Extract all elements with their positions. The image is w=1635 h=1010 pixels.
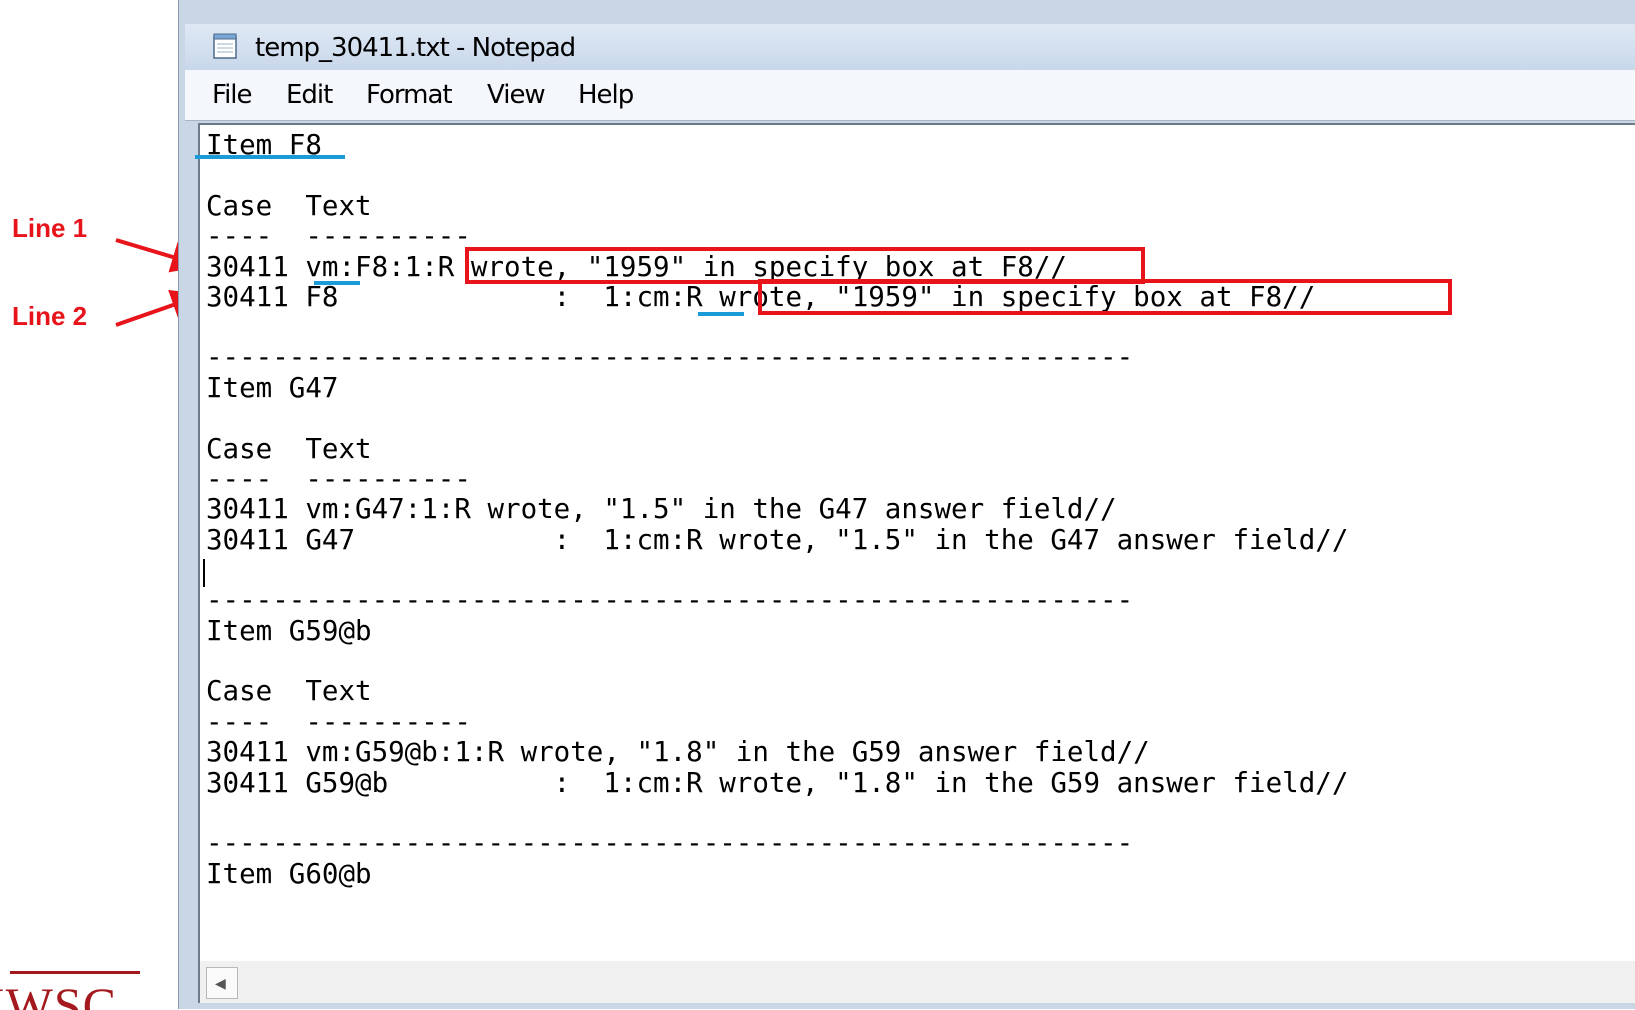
highlight-box-line2 — [758, 279, 1452, 315]
highlight-box-line1 — [465, 247, 1145, 284]
annotation-overlay — [195, 155, 1452, 316]
